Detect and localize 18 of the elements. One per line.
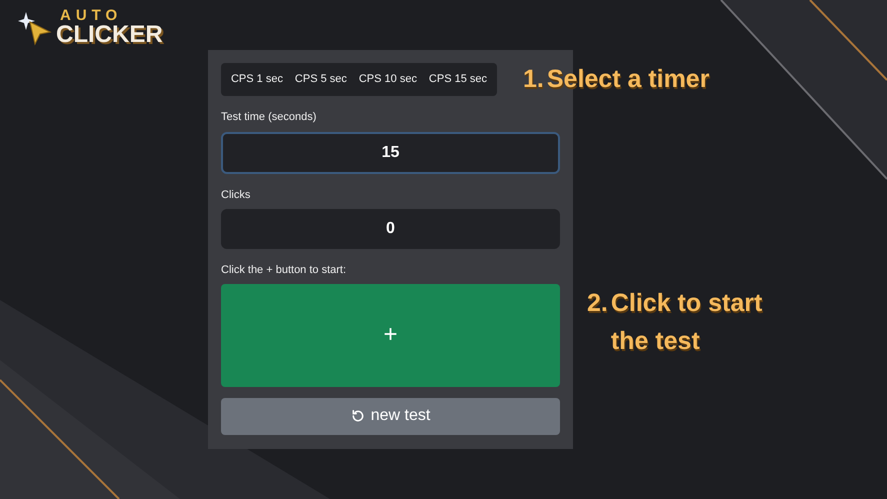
timer-tab[interactable]: CPS 1 sec <box>226 67 287 92</box>
step-text: Select a timer <box>546 64 710 95</box>
field-label: Test time (seconds) <box>221 110 318 125</box>
click-area-button[interactable]: + <box>221 284 560 386</box>
timer-tab[interactable]: CPS 5 sec <box>290 67 351 92</box>
step-text: Click to start the test <box>610 288 764 357</box>
new-test-button[interactable]: new test <box>221 398 560 434</box>
step-number: 2. <box>587 288 608 319</box>
test-time-field[interactable]: 15 <box>221 132 560 174</box>
timer-tab[interactable]: CPS 10 sec <box>354 67 421 92</box>
instruction-text: Click the + button to start: <box>221 263 348 278</box>
timer-tab[interactable]: CPS 15 sec <box>424 67 492 92</box>
reset-icon <box>350 409 365 423</box>
field-label: Clicks <box>221 188 252 202</box>
step-number: 1. <box>523 64 544 95</box>
clicks-field: 0 <box>221 209 560 249</box>
logo-bottom-text: CLICKER <box>56 23 163 47</box>
logo-top-text: AUTO <box>60 8 124 23</box>
